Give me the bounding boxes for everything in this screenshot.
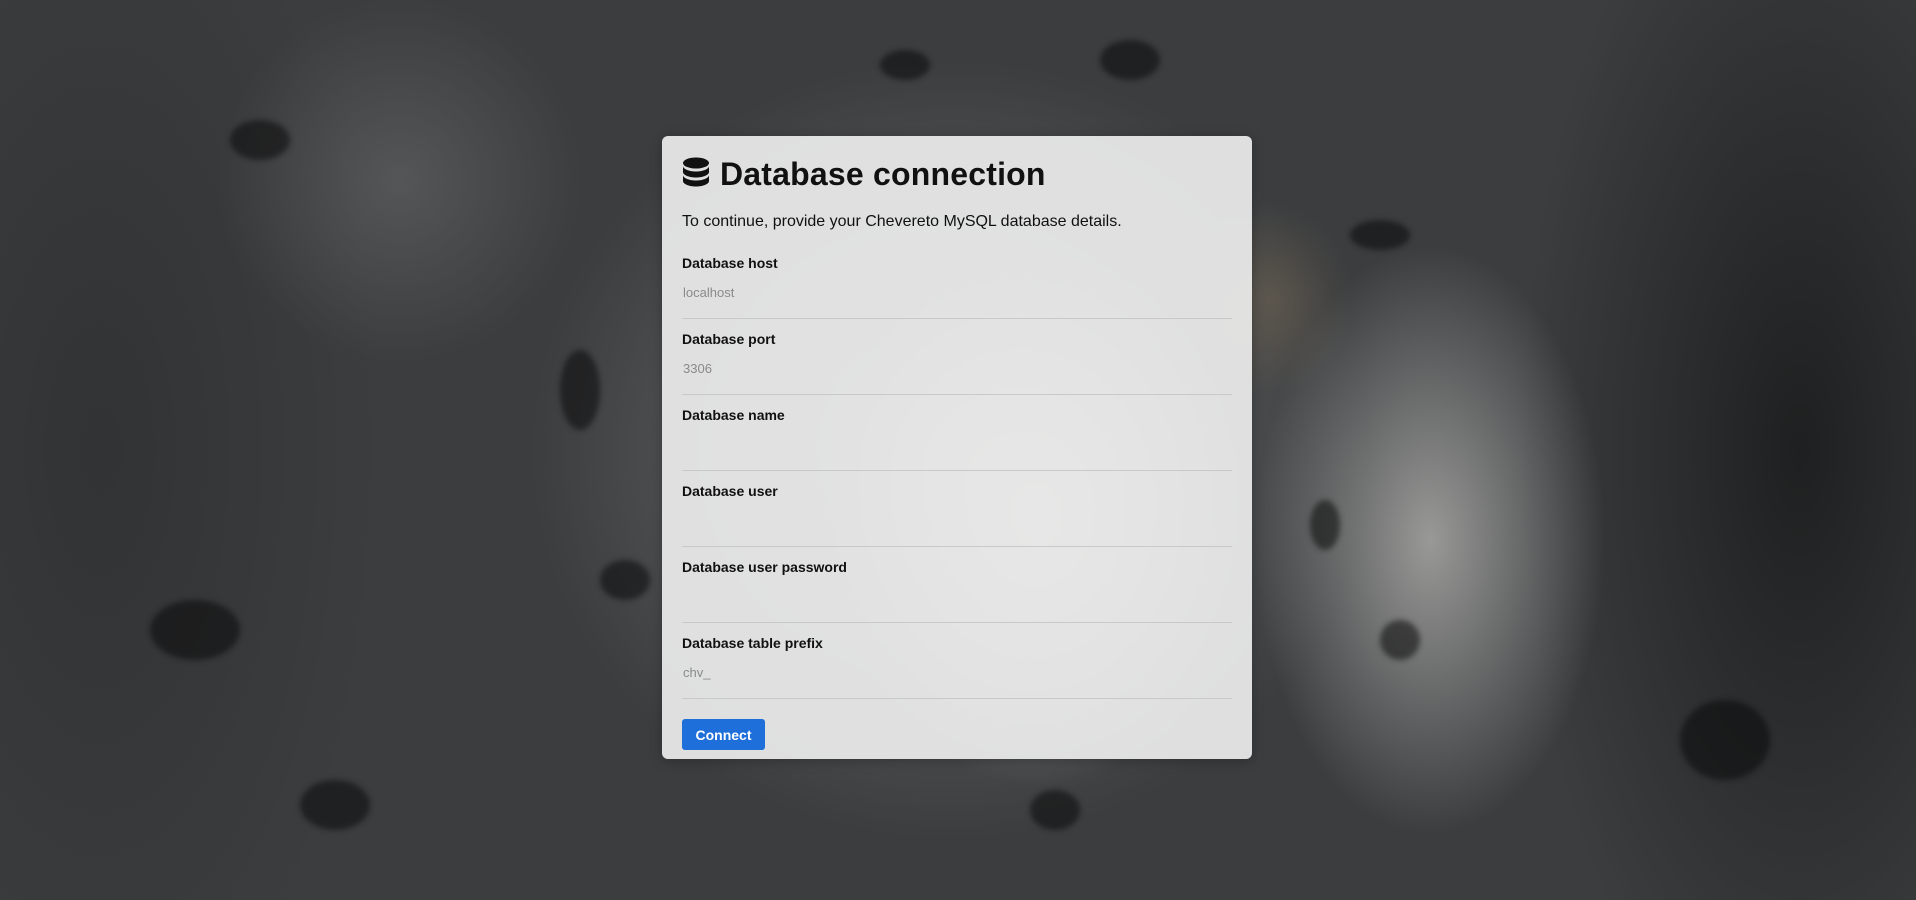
database-table-prefix-input[interactable] <box>682 661 1234 683</box>
page-title: Database connection <box>720 155 1046 192</box>
database-name-input[interactable] <box>682 433 1234 455</box>
database-host-label: Database host <box>682 255 778 271</box>
field-database-port: Database port <box>682 319 1234 395</box>
database-user-label: Database user <box>682 483 778 499</box>
database-user-input[interactable] <box>682 509 1234 531</box>
field-database-user-password: Database user password <box>682 547 1234 623</box>
database-icon <box>683 157 709 187</box>
database-port-label: Database port <box>682 331 776 347</box>
database-user-password-input[interactable] <box>682 585 1234 607</box>
database-port-input[interactable] <box>682 357 1234 379</box>
database-user-password-label: Database user password <box>682 559 847 575</box>
fields-list: Database host Database port Database nam… <box>682 243 1234 699</box>
field-database-user: Database user <box>682 471 1234 547</box>
card-header: Database connection <box>682 154 1232 194</box>
connect-button[interactable]: Connect <box>682 719 765 750</box>
field-database-table-prefix: Database table prefix <box>682 623 1234 699</box>
intro-text: To continue, provide your Chevereto MySQ… <box>682 213 1122 230</box>
database-host-input[interactable] <box>682 281 1234 303</box>
database-connection-card: Database connection To continue, provide… <box>662 136 1252 759</box>
field-database-host: Database host <box>682 243 1234 319</box>
field-database-name: Database name <box>682 395 1234 471</box>
database-name-label: Database name <box>682 407 785 423</box>
database-table-prefix-label: Database table prefix <box>682 635 823 651</box>
